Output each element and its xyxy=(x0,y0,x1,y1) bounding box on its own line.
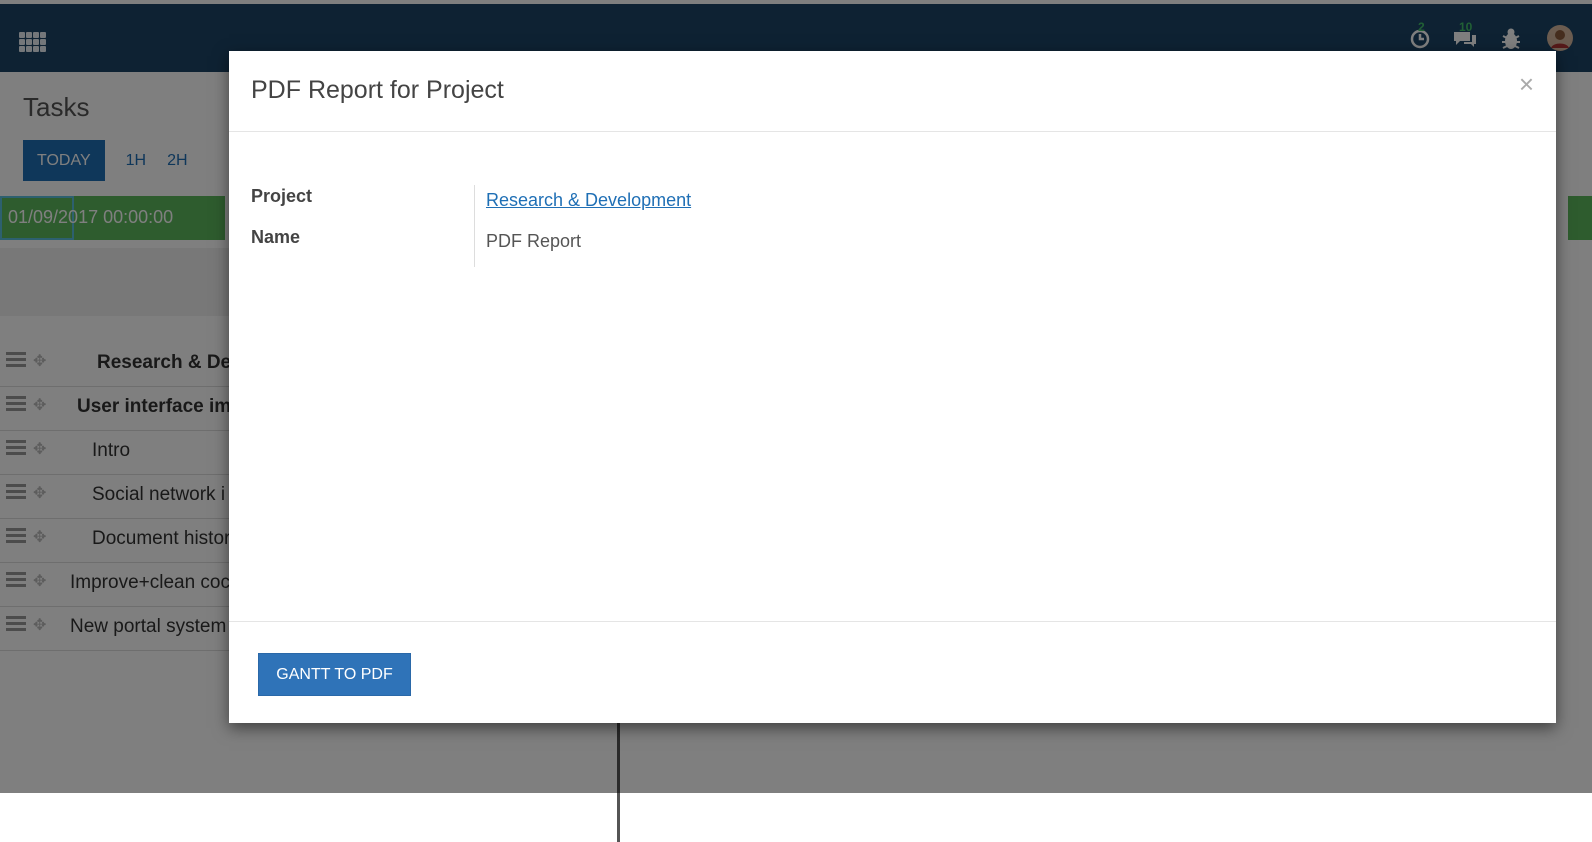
close-icon[interactable]: × xyxy=(1519,71,1534,97)
gantt-to-pdf-button[interactable]: GANTT TO PDF xyxy=(258,653,411,696)
pdf-report-dialog: PDF Report for Project × Project Name Re… xyxy=(229,51,1556,723)
name-value: PDF Report xyxy=(486,231,582,251)
dialog-body: Project Name Research & Development PDF … xyxy=(229,132,1556,621)
project-label: Project xyxy=(251,186,313,206)
dialog-header: PDF Report for Project × xyxy=(229,51,1556,132)
project-link[interactable]: Research & Development xyxy=(486,190,691,211)
dialog-footer: GANTT TO PDF xyxy=(229,621,1556,724)
name-label: Name xyxy=(251,227,301,247)
dialog-title: PDF Report for Project xyxy=(251,76,504,104)
field-separator xyxy=(474,185,475,267)
